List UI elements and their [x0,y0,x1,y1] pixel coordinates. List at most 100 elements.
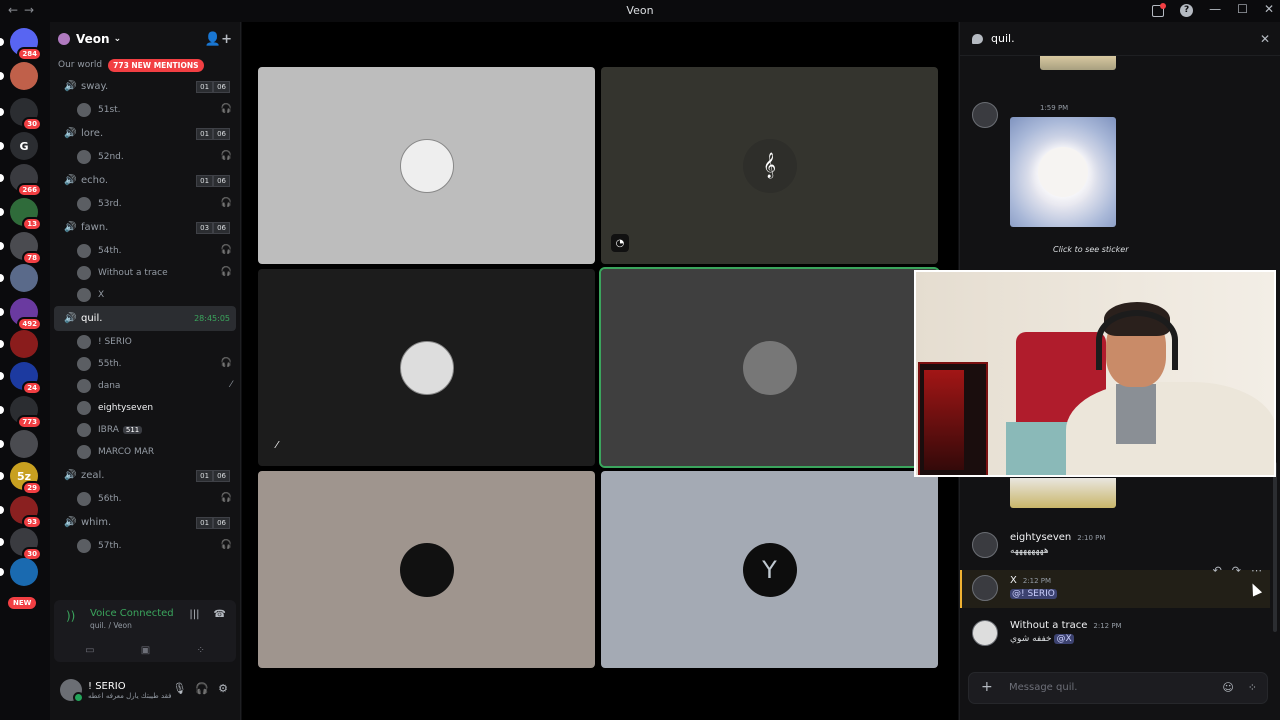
voice-channel-zeal[interactable]: 🔊 zeal. 01 06 [54,463,236,488]
voice-user[interactable]: 54th. 🎧 [50,240,240,262]
avatar[interactable] [972,620,998,646]
server-header[interactable]: Veon ⌄ 👤+ [50,22,240,56]
chat-header: quil. ✕ [960,22,1280,56]
message-time: 2:12 PM [1022,577,1052,585]
signal-icon[interactable]: )) [66,609,75,623]
avatar [77,266,91,280]
avatar[interactable] [972,102,998,128]
user-limit: 01 06 [196,81,230,93]
maximize-button[interactable]: ☐ [1237,2,1248,17]
avatar[interactable] [60,679,84,703]
voice-channel-lore[interactable]: 🔊 lore. 01 06 [54,121,236,146]
server-icon[interactable] [0,558,38,586]
video-tile[interactable] [258,67,595,264]
avatar [77,150,91,164]
message-author[interactable]: Without a trace [1010,620,1087,631]
avatar[interactable] [972,532,998,558]
unread-pill [0,142,4,150]
add-member-icon[interactable]: 👤+ [205,32,232,47]
avatar[interactable] [972,575,998,601]
voice-user[interactable]: X [50,284,240,306]
video-tile[interactable]: Y [601,471,938,668]
click-to-see-sticker[interactable]: Click to see sticker [1053,245,1129,254]
server-icon[interactable]: 30 [0,528,42,561]
add-attachment-icon[interactable]: + [981,679,993,695]
server-icon[interactable]: 284 [0,28,42,61]
video-tile[interactable]: ⁄ [258,269,595,466]
server-icon[interactable]: G [0,132,38,160]
inbox-icon[interactable] [1152,3,1167,17]
channel-name: fawn. [81,222,109,233]
close-icon[interactable]: ✕ [1260,32,1270,46]
settings-gear-icon[interactable]: ⚙ [218,682,228,695]
server-icon[interactable] [0,430,38,458]
server-icon[interactable]: 266 [0,164,42,197]
voice-user[interactable]: 57th. 🎧 [50,535,240,557]
voice-user[interactable]: dana ⁄ [50,375,240,397]
server-icon[interactable]: 5z 29 [0,462,42,495]
voice-user[interactable]: MARCO MAR [50,441,240,463]
server-icon[interactable]: 24 [0,362,42,395]
mentions-badge[interactable]: 773 NEW MENTIONS [108,58,204,72]
user-mention[interactable]: @X [1054,634,1074,644]
voice-user[interactable]: 55th. 🎧 [50,353,240,375]
message-input[interactable]: + Message quil. ☺ ⁘ [968,672,1268,704]
server-icon[interactable]: 93 [0,496,42,529]
screenshare-icon[interactable]: ▣ [141,645,150,656]
server-icon[interactable]: 30 [0,98,42,131]
microphone-icon[interactable]: 🎙 [172,682,186,695]
voice-user[interactable]: IBRA 511 [50,419,240,441]
more-icon[interactable]: ⋯ [1251,564,1262,577]
mention-badge: 29 [22,481,42,495]
server-icon[interactable] [0,264,38,292]
reply-icon[interactable]: ↶ [1213,564,1222,577]
sticker-image[interactable] [1040,56,1116,70]
camera-off-icon[interactable]: ▭ [85,645,94,656]
apps-icon[interactable]: ⁘ [1248,681,1257,694]
voice-user[interactable]: Without a trace 🎧 [50,262,240,284]
video-tile-speaking[interactable] [599,267,940,468]
category-header[interactable]: Our world 773 NEW MENTIONS [50,56,240,74]
voice-channel-fawn[interactable]: 🔊 fawn. 03 06 [54,215,236,240]
voice-user[interactable]: ! SERIO [50,331,240,353]
disconnect-icon[interactable]: ☎ [214,609,226,620]
voice-user[interactable]: 51st. 🎧 [50,99,240,121]
forward-icon[interactable]: ↷ [1232,564,1241,577]
video-tile[interactable]: 𝄞 ◔ [601,67,938,264]
voice-channel-whim[interactable]: 🔊 whim. 01 06 [54,510,236,535]
help-icon[interactable]: ? [1180,4,1194,17]
voice-location[interactable]: quil. / Veon [90,621,132,630]
headphones-icon[interactable]: 🎧 [195,682,209,695]
voice-user-name: MARCO MAR [98,447,155,457]
noise-suppression-icon[interactable]: ||| [189,609,199,620]
message-time: 2:10 PM [1077,534,1106,542]
mention-badge: 24 [22,381,42,395]
user-count: 01 [196,175,214,187]
user-mention[interactable]: @! SERIO [1010,589,1057,599]
image-attachment[interactable] [1010,117,1116,227]
scrollbar[interactable] [1273,462,1277,632]
server-icon[interactable] [0,330,38,358]
video-tile[interactable] [258,471,595,668]
voice-user[interactable]: 56th. 🎧 [50,488,240,510]
voice-channel-quil[interactable]: 🔊 quil. 28:45:05 [54,306,236,331]
message-author[interactable]: eightyseven [1010,532,1071,543]
close-window-button[interactable]: ✕ [1264,2,1274,17]
emoji-icon[interactable]: ☺ [1222,681,1233,694]
voice-user[interactable]: 52nd. 🎧 [50,146,240,168]
message-author[interactable]: X [1010,575,1017,586]
voice-channel-sway[interactable]: 🔊 sway. 01 06 [54,74,236,99]
server-icon[interactable]: 78 [0,232,42,265]
voice-channel-echo[interactable]: 🔊 echo. 01 06 [54,168,236,193]
server-icon[interactable] [0,62,38,90]
user-max: 06 [213,175,230,187]
deafened-icon: 🎧 [220,104,232,114]
voice-user[interactable]: 53rd. 🎧 [50,193,240,215]
server-icon[interactable]: 773 [0,396,42,429]
voice-user[interactable]: eightyseven [50,397,240,419]
image-attachment[interactable] [1010,478,1116,508]
server-icon[interactable]: 492 [0,298,42,331]
activities-icon[interactable]: ⁘ [196,645,204,656]
minimize-button[interactable]: — [1209,2,1221,17]
server-icon[interactable]: 13 [0,198,42,231]
